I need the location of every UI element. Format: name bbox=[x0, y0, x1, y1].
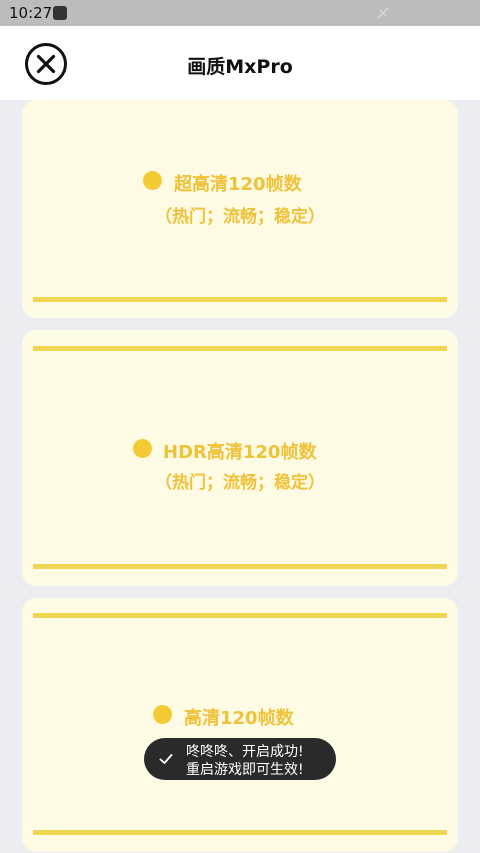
app-bar: 画质MxPro bbox=[0, 26, 480, 100]
option-card-hd[interactable]: 高清120帧数 bbox=[22, 598, 458, 852]
top-divider bbox=[33, 346, 447, 351]
option-label: HDR高清120帧数 bbox=[163, 442, 317, 463]
status-bar: 10:27 bbox=[0, 0, 480, 26]
bullet-dot-icon bbox=[133, 439, 152, 458]
bottom-divider bbox=[33, 830, 447, 835]
toast-message-line1: 咚咚咚、开启成功! bbox=[186, 744, 304, 760]
option-card-hdr[interactable]: HDR高清120帧数 （热门；流畅；稳定） bbox=[22, 330, 458, 586]
bottom-divider bbox=[33, 564, 447, 569]
mute-icon bbox=[377, 7, 389, 19]
check-icon bbox=[159, 754, 173, 764]
option-label: 超高清120帧数 bbox=[174, 174, 302, 195]
top-divider bbox=[33, 613, 447, 618]
status-time: 10:27 bbox=[9, 4, 53, 22]
option-label: 高清120帧数 bbox=[184, 708, 294, 729]
success-toast: 咚咚咚、开启成功! 重启游戏即可生效! bbox=[144, 738, 336, 780]
notification-icon bbox=[53, 6, 67, 20]
bullet-dot-icon bbox=[153, 705, 172, 724]
bottom-divider bbox=[33, 297, 447, 302]
page-title: 画质MxPro bbox=[187, 56, 293, 78]
option-card-ultra-hd[interactable]: 超高清120帧数 （热门；流畅；稳定） bbox=[22, 100, 458, 318]
option-tags: （热门；流畅；稳定） bbox=[155, 207, 325, 227]
option-tags: （热门；流畅；稳定） bbox=[155, 473, 325, 493]
bullet-dot-icon bbox=[143, 171, 162, 190]
toast-message-line2: 重启游戏即可生效! bbox=[186, 762, 304, 778]
